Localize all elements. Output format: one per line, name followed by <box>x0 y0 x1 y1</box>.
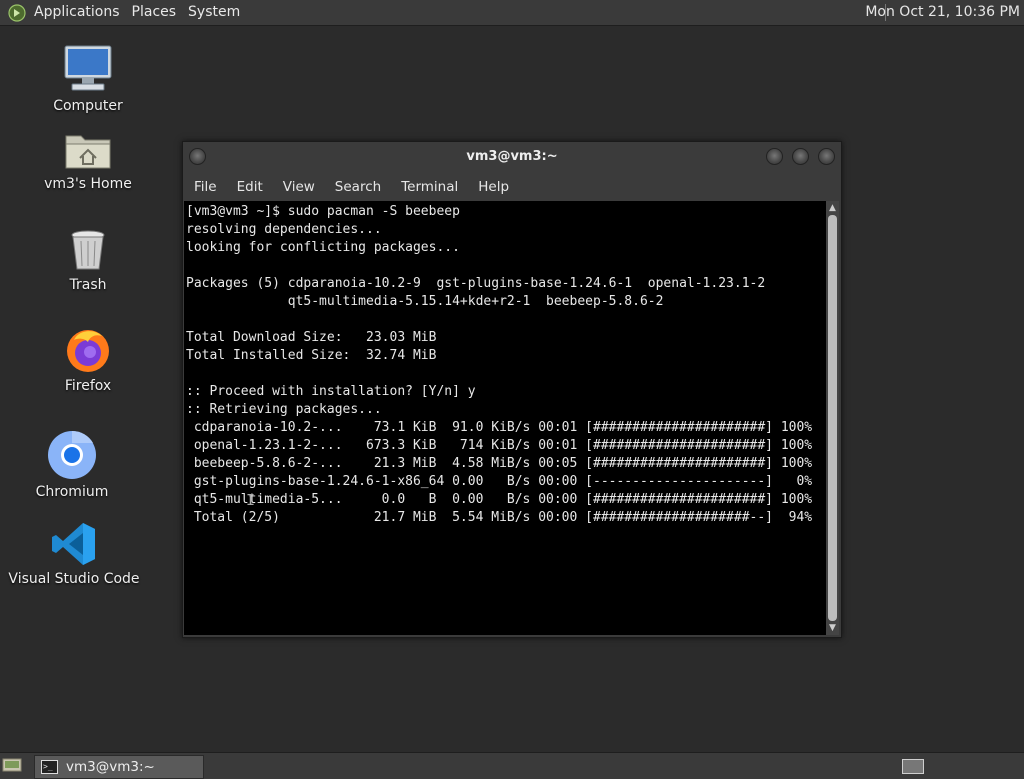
terminal-text: [vm3@vm3 ~]$ sudo pacman -S beebeep reso… <box>186 203 812 527</box>
firefox-icon <box>67 330 109 372</box>
menu-file[interactable]: File <box>183 175 226 199</box>
desktop-icon-label: Computer <box>53 98 123 114</box>
mouse-ibeam-cursor-icon: I <box>246 491 256 509</box>
terminal-line: Total Installed Size: 32.74 MiB <box>186 348 437 363</box>
applications-menu[interactable]: Applications <box>28 0 126 25</box>
chromium-icon <box>48 430 96 479</box>
desktop-icon-trash[interactable]: Trash <box>18 229 158 293</box>
title-bar[interactable]: vm3@vm3:~ <box>183 142 841 172</box>
home-folder-icon <box>65 135 111 169</box>
terminal-line: :: Proceed with installation? [Y/n] y <box>186 384 476 399</box>
desktop-icon-label: Chromium <box>35 484 109 500</box>
taskbar-window-label: vm3@vm3:~ <box>66 759 155 775</box>
desktop-icon-vscode[interactable]: Visual Studio Code <box>4 521 144 587</box>
terminal-line: :: Retrieving packages... <box>186 402 382 417</box>
desktop-icon-chromium[interactable]: Chromium <box>2 430 142 500</box>
terminal-line: qt5-multimedia-5.15.14+kde+r2-1 beebeep-… <box>186 294 664 309</box>
places-menu[interactable]: Places <box>126 0 183 25</box>
terminal-line: resolving dependencies... <box>186 222 382 237</box>
terminal-line: openal-1.23.1-2-... 673.3 KiB 714 KiB/s … <box>186 438 813 453</box>
terminal-output[interactable]: [vm3@vm3 ~]$ sudo pacman -S beebeep reso… <box>184 201 826 635</box>
scroll-up-arrow-icon[interactable]: ▲ <box>826 201 839 215</box>
desktop-icon-computer[interactable]: Computer <box>18 44 158 114</box>
trash-icon <box>71 230 105 270</box>
terminal-window[interactable]: vm3@vm3:~ File Edit View Search Terminal… <box>182 141 842 638</box>
menu-view[interactable]: View <box>272 175 324 199</box>
top-panel: Applications Places System Mon Oct 21, 1… <box>0 0 1024 26</box>
window-title: vm3@vm3:~ <box>466 149 558 164</box>
terminal-line: looking for conflicting packages... <box>186 240 460 255</box>
desktop-icon-firefox[interactable]: Firefox <box>18 326 158 394</box>
terminal-icon: >_ <box>41 760 58 774</box>
bottom-panel: >_ vm3@vm3:~ <box>0 752 1024 779</box>
desktop-icon-home[interactable]: vm3's Home <box>18 128 158 192</box>
terminal-line: Packages (5) cdparanoia-10.2-9 gst-plugi… <box>186 276 766 291</box>
terminal-line: [vm3@vm3 ~]$ sudo pacman -S beebeep <box>186 204 460 219</box>
terminal-line: qt5-multimedia-5... 0.0 B 0.00 B/s 00:00… <box>186 492 813 507</box>
menu-edit[interactable]: Edit <box>226 175 272 199</box>
menu-search[interactable]: Search <box>324 175 390 199</box>
scroll-down-arrow-icon[interactable]: ▼ <box>826 621 839 635</box>
vscode-icon <box>52 523 95 565</box>
terminal-line: Total Download Size: 23.03 MiB <box>186 330 437 345</box>
desktop-icon-label: Trash <box>69 277 107 293</box>
terminal-line: beebeep-5.8.6-2-... 21.3 MiB 4.58 MiB/s … <box>186 456 813 471</box>
terminal-line: cdparanoia-10.2-... 73.1 KiB 91.0 KiB/s … <box>186 420 813 435</box>
desktop-icon-label: Visual Studio Code <box>8 571 140 587</box>
distro-logo-icon[interactable] <box>8 3 26 22</box>
maximize-button[interactable] <box>792 148 809 165</box>
menu-terminal[interactable]: Terminal <box>390 175 467 199</box>
menu-bar: File Edit View Search Terminal Help <box>183 175 841 199</box>
desktop-icon-label: Firefox <box>64 378 112 394</box>
menu-help[interactable]: Help <box>467 175 518 199</box>
show-desktop-icon[interactable] <box>2 757 22 773</box>
taskbar-window-button[interactable]: >_ vm3@vm3:~ <box>34 755 204 779</box>
terminal-line: gst-plugins-base-1.24.6-1-x86_64 0.00 B/… <box>186 474 813 489</box>
computer-icon <box>64 45 112 91</box>
scrollbar-thumb[interactable] <box>828 215 837 621</box>
clock[interactable]: Mon Oct 21, 10:36 PM <box>865 0 1020 25</box>
system-menu[interactable]: System <box>182 0 246 25</box>
terminal-line: Total (2/5) 21.7 MiB 5.54 MiB/s 00:00 [#… <box>186 510 813 525</box>
scrollbar[interactable]: ▲ ▼ <box>826 201 839 635</box>
close-button[interactable] <box>818 148 835 165</box>
minimize-button[interactable] <box>766 148 783 165</box>
desktop-icon-label: vm3's Home <box>44 176 132 192</box>
workspace-switcher[interactable] <box>902 759 924 774</box>
